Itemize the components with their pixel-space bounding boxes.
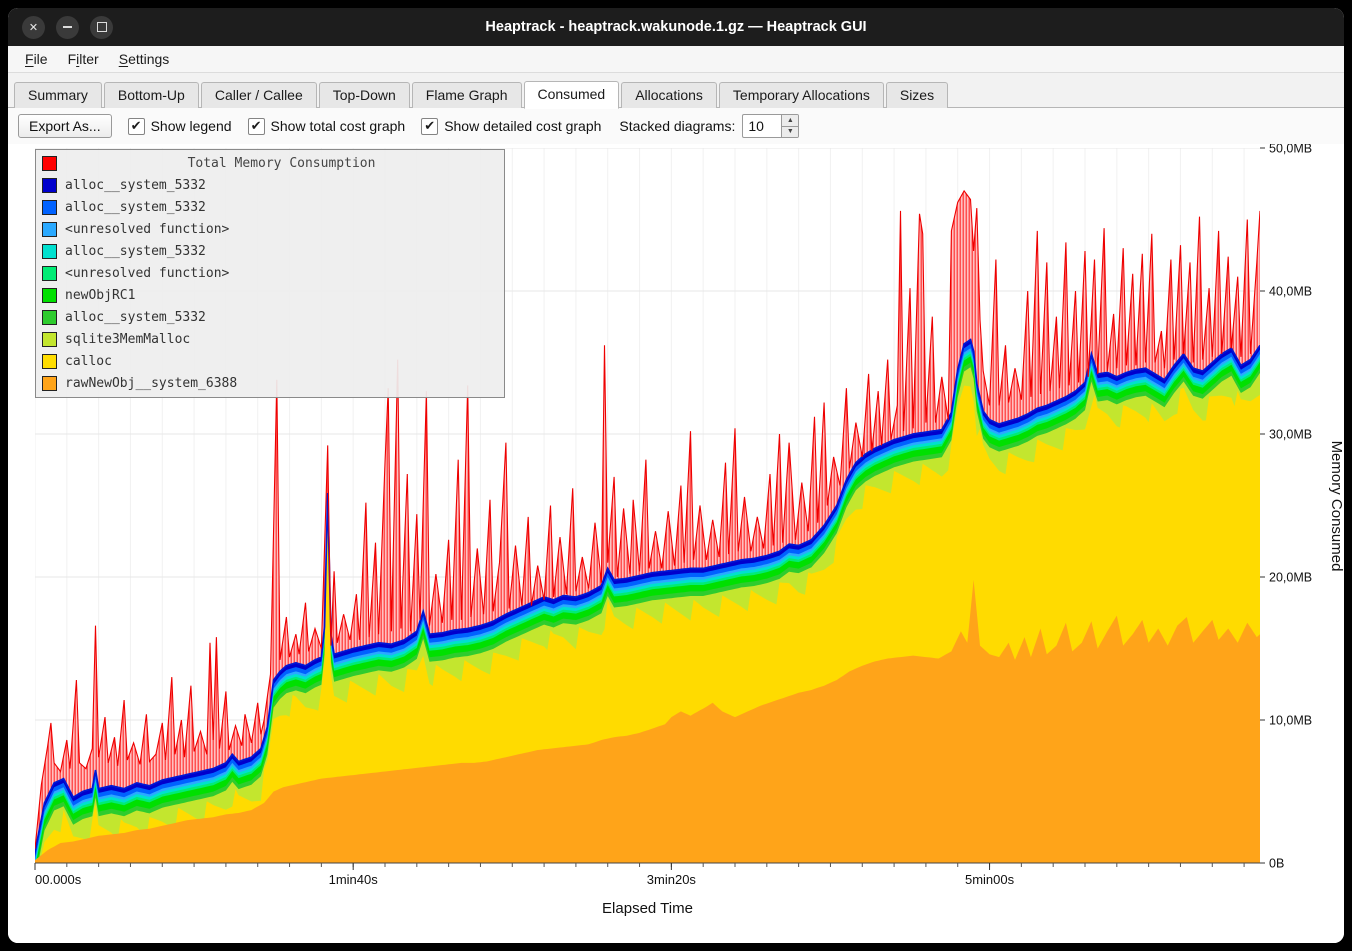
checkbox-show-detailed-cost-graph[interactable]: ✔ Show detailed cost graph	[421, 118, 601, 135]
chart-area: 00.000s 1min40s 3min20s 5min00s 0B 10,0MB 20,0…	[8, 144, 1344, 943]
legend-swatch	[42, 332, 57, 347]
legend-label: calloc	[65, 354, 112, 369]
checkbox-show-legend[interactable]: ✔ Show legend	[128, 118, 232, 135]
svg-text:10,0MB: 10,0MB	[1269, 714, 1312, 728]
legend-row: <unresolved function>	[36, 218, 504, 240]
legend-row: alloc__system_5332	[36, 196, 504, 218]
legend-row: sqlite3MemMalloc	[36, 328, 504, 350]
legend-label: alloc__system_5332	[65, 200, 206, 215]
tab-flame-graph[interactable]: Flame Graph	[412, 82, 522, 108]
svg-text:1min40s: 1min40s	[329, 872, 379, 887]
legend-swatch	[42, 310, 57, 325]
legend-swatch	[42, 222, 57, 237]
svg-text:Elapsed Time: Elapsed Time	[602, 900, 693, 917]
window-title: Heaptrack - heaptrack.wakunode.1.gz — He…	[485, 19, 866, 35]
checkbox-show-total-cost-graph[interactable]: ✔ Show total cost graph	[248, 118, 406, 135]
tab-summary[interactable]: Summary	[14, 82, 102, 108]
svg-text:40,0MB: 40,0MB	[1269, 285, 1312, 299]
checkbox-icon: ✔	[248, 118, 265, 135]
maximize-button[interactable]	[90, 16, 113, 39]
svg-text:3min20s: 3min20s	[647, 872, 697, 887]
legend-swatch	[42, 156, 57, 171]
legend-row: alloc__system_5332	[36, 306, 504, 328]
tab-sizes[interactable]: Sizes	[886, 82, 948, 108]
legend-label: <unresolved function>	[65, 266, 229, 281]
spin-down-button[interactable]: ▼	[782, 126, 798, 138]
app-window: ✕ Heaptrack - heaptrack.wakunode.1.gz — …	[8, 8, 1344, 943]
legend-label: alloc__system_5332	[65, 178, 206, 193]
title-bar: ✕ Heaptrack - heaptrack.wakunode.1.gz — …	[8, 8, 1344, 46]
close-button[interactable]: ✕	[22, 16, 45, 39]
chart-legend: Total Memory Consumption alloc__system_53…	[35, 149, 505, 398]
checkbox-label: Show detailed cost graph	[444, 118, 601, 134]
spinbox-buttons: ▲ ▼	[781, 115, 798, 137]
checkbox-label: Show total cost graph	[271, 118, 406, 134]
legend-swatch	[42, 376, 57, 391]
legend-row: alloc__system_5332	[36, 240, 504, 262]
legend-label: newObjRC1	[65, 288, 135, 303]
legend-row: calloc	[36, 350, 504, 372]
menu-filter[interactable]: Filter	[59, 49, 108, 69]
window-controls: ✕	[22, 8, 113, 46]
svg-text:30,0MB: 30,0MB	[1269, 428, 1312, 442]
minimize-button[interactable]	[56, 16, 79, 39]
svg-text:00.000s: 00.000s	[35, 872, 82, 887]
minimize-icon	[63, 26, 72, 28]
tab-bottom-up[interactable]: Bottom-Up	[104, 82, 199, 108]
legend-swatch	[42, 288, 57, 303]
legend-label: alloc__system_5332	[65, 244, 206, 259]
legend-row: newObjRC1	[36, 284, 504, 306]
stacked-diagrams-group: Stacked diagrams: 10 ▲ ▼	[619, 114, 799, 138]
stacked-diagrams-label: Stacked diagrams:	[619, 118, 735, 134]
export-as-button[interactable]: Export As...	[18, 114, 112, 138]
legend-row: <unresolved function>	[36, 262, 504, 284]
legend-row: rawNewObj__system_6388	[36, 372, 504, 394]
stacked-diagrams-spinbox[interactable]: 10 ▲ ▼	[742, 114, 799, 138]
tab-consumed[interactable]: Consumed	[524, 81, 620, 109]
close-icon: ✕	[29, 21, 38, 34]
legend-label: <unresolved function>	[65, 222, 229, 237]
stacked-diagrams-value[interactable]: 10	[743, 115, 781, 137]
legend-swatch	[42, 200, 57, 215]
svg-text:Memory Consumed: Memory Consumed	[1328, 441, 1344, 572]
menu-bar: FileFilterSettings	[8, 46, 1344, 73]
legend-title-row: Total Memory Consumption	[36, 152, 504, 174]
tab-bar: SummaryBottom-UpCaller / CalleeTop-DownF…	[8, 73, 1344, 108]
svg-text:0B: 0B	[1269, 857, 1284, 871]
legend-label: alloc__system_5332	[65, 310, 206, 325]
menu-settings[interactable]: Settings	[110, 49, 179, 69]
spin-up-button[interactable]: ▲	[782, 115, 798, 126]
tab-top-down[interactable]: Top-Down	[319, 82, 410, 108]
checkbox-label: Show legend	[151, 118, 232, 134]
legend-row: alloc__system_5332	[36, 174, 504, 196]
legend-swatch	[42, 178, 57, 193]
toolbar: Export As... ✔ Show legend ✔ Show total cos…	[8, 108, 1344, 144]
checkbox-icon: ✔	[421, 118, 438, 135]
maximize-icon	[97, 22, 107, 32]
legend-label: rawNewObj__system_6388	[65, 376, 237, 391]
menu-file[interactable]: File	[16, 49, 57, 69]
checkbox-group: ✔ Show legend ✔ Show total cost graph ✔ Show …	[128, 118, 602, 135]
legend-swatch	[42, 354, 57, 369]
svg-text:5min00s: 5min00s	[965, 872, 1015, 887]
tab-allocations[interactable]: Allocations	[621, 82, 717, 108]
tab-caller-callee[interactable]: Caller / Callee	[201, 82, 317, 108]
legend-title: Total Memory Consumption	[65, 156, 498, 171]
checkbox-icon: ✔	[128, 118, 145, 135]
tab-temporary-allocations[interactable]: Temporary Allocations	[719, 82, 884, 108]
legend-label: sqlite3MemMalloc	[65, 332, 190, 347]
legend-swatch	[42, 244, 57, 259]
svg-text:20,0MB: 20,0MB	[1269, 571, 1312, 585]
legend-swatch	[42, 266, 57, 281]
svg-text:50,0MB: 50,0MB	[1269, 144, 1312, 156]
